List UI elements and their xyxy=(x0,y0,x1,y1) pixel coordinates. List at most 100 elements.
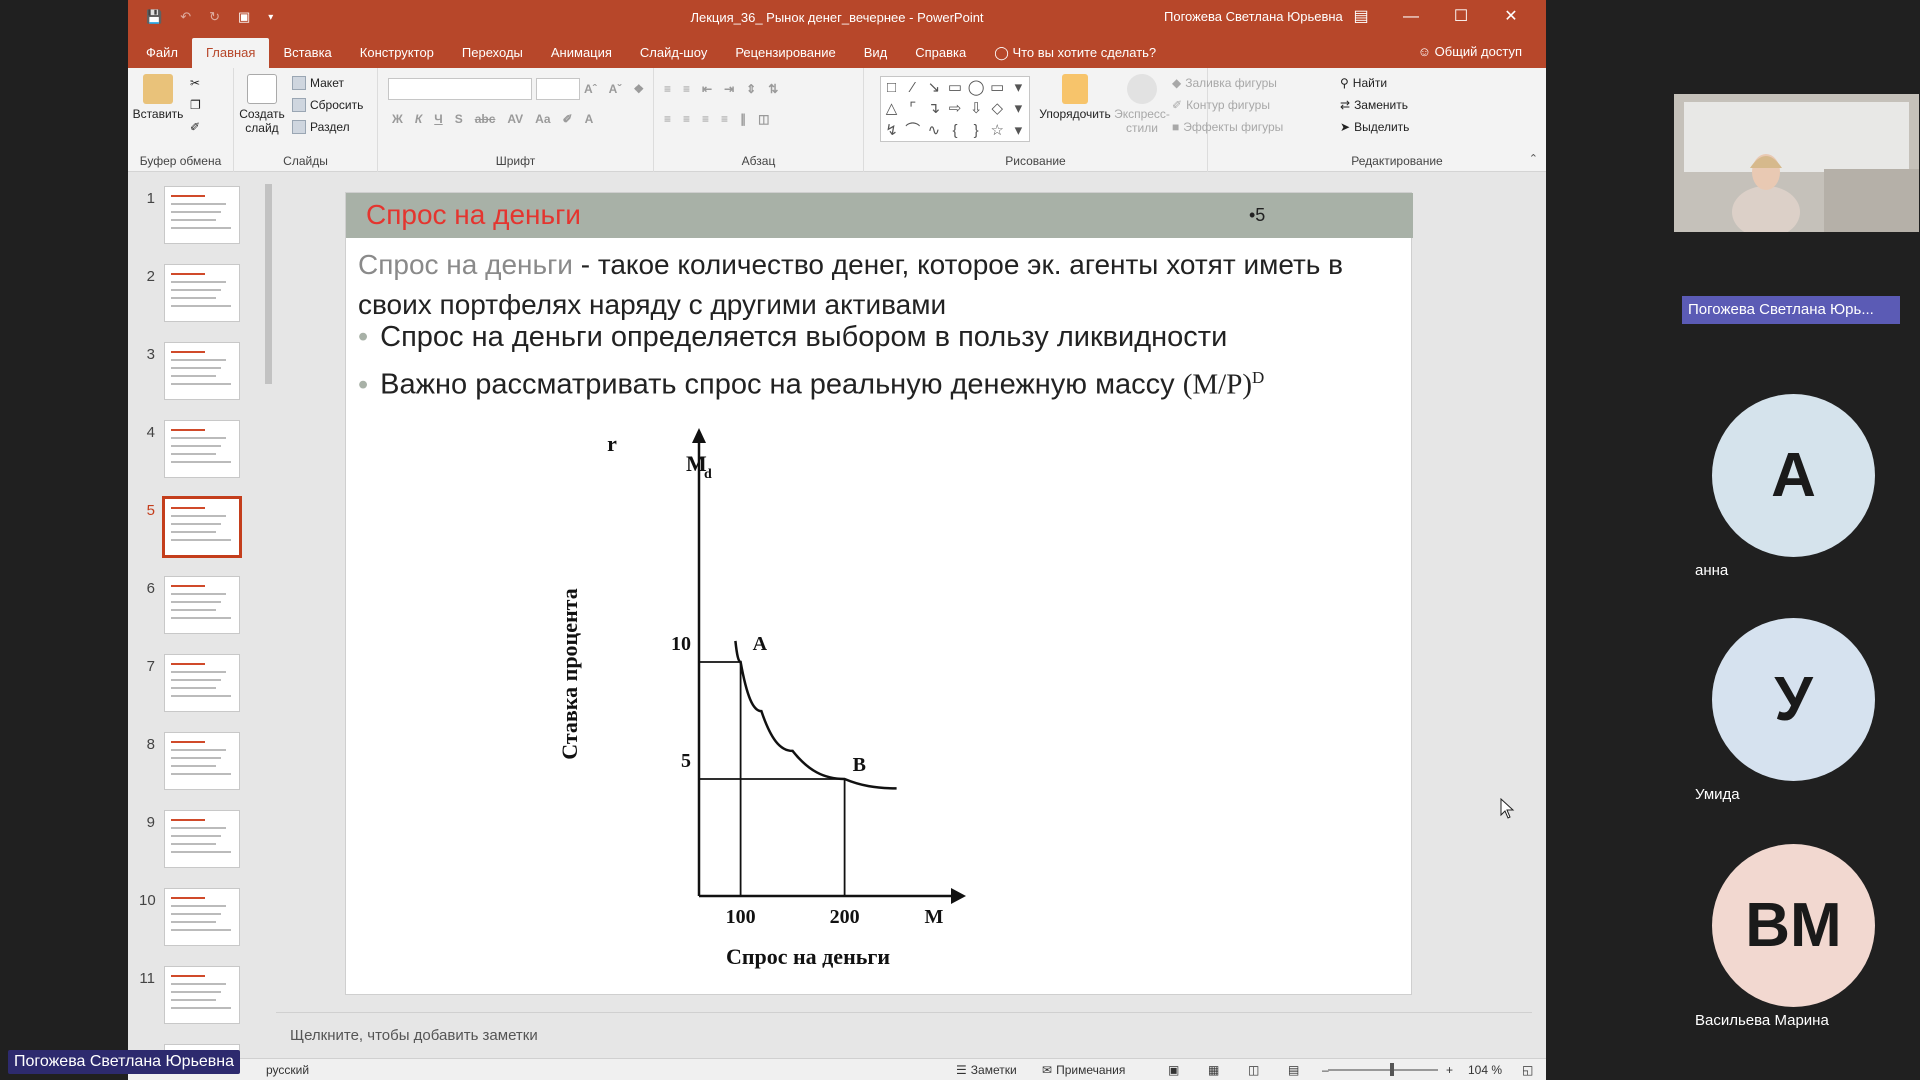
redo-icon[interactable]: ↻ xyxy=(209,9,220,25)
normal-view-icon[interactable]: ▣ xyxy=(1168,1063,1179,1077)
save-icon[interactable]: 💾 xyxy=(146,9,162,25)
underline-icon[interactable]: Ч xyxy=(434,112,442,126)
shape-outline-button[interactable]: ✐ Контур фигуры xyxy=(1172,98,1270,112)
tab-design[interactable]: Конструктор xyxy=(346,38,448,68)
shape-fill-button[interactable]: ◆ Заливка фигуры xyxy=(1172,76,1277,90)
slide-thumbnail[interactable]: 6 xyxy=(128,576,276,640)
tab-insert[interactable]: Вставка xyxy=(269,38,345,68)
ribbon-display-icon[interactable]: ▤ xyxy=(1336,0,1386,34)
strikethrough-icon[interactable]: abc xyxy=(475,112,496,126)
slideshow-view-icon[interactable]: ▤ xyxy=(1288,1063,1299,1077)
maximize-button[interactable]: ☐ xyxy=(1436,0,1486,34)
undo-icon[interactable]: ↶ xyxy=(180,9,191,25)
tab-slideshow[interactable]: Слайд-шоу xyxy=(626,38,721,68)
slide-thumbnail[interactable]: 2 xyxy=(128,264,276,328)
bold-icon[interactable]: Ж xyxy=(392,112,403,126)
zoom-level[interactable]: 104 % xyxy=(1468,1063,1502,1077)
find-button[interactable]: ⚲ Найти xyxy=(1340,76,1387,90)
slide-thumbnail[interactable]: 1 xyxy=(128,186,276,250)
highlight-icon[interactable]: ✐ xyxy=(563,112,573,126)
bullets-icon[interactable]: ≡ xyxy=(664,82,671,96)
slide-thumbnail[interactable]: 3 xyxy=(128,342,276,406)
slide-thumbnail[interactable]: 8 xyxy=(128,732,276,796)
shrink-font-icon[interactable]: Aˇ xyxy=(609,82,622,96)
new-slide-button[interactable]: Создать слайд xyxy=(238,74,286,135)
slide-sorter-icon[interactable]: ▦ xyxy=(1208,1063,1219,1077)
cut-icon[interactable]: ✂ xyxy=(190,76,200,90)
slide-scrollbar[interactable] xyxy=(1532,172,1546,1060)
reset-button[interactable]: Сбросить xyxy=(292,98,363,112)
slide-thumbnail[interactable]: 11 xyxy=(128,966,276,1030)
align-left-icon[interactable]: ≡ xyxy=(664,112,671,126)
align-center-icon[interactable]: ≡ xyxy=(683,112,690,126)
align-right-icon[interactable]: ≡ xyxy=(702,112,709,126)
participant-avatar[interactable]: ВМ xyxy=(1712,844,1875,1007)
collapse-ribbon-icon[interactable]: ⌃ xyxy=(1529,152,1538,165)
thumbnail-line xyxy=(171,983,226,985)
case-icon[interactable]: Aa xyxy=(535,112,550,126)
reading-view-icon[interactable]: ◫ xyxy=(1248,1063,1259,1077)
text-direction-icon[interactable]: ⇅ xyxy=(768,82,778,96)
tell-me-search[interactable]: ◯ Что вы хотите сделать? xyxy=(980,38,1170,68)
clear-format-icon[interactable]: ❖ xyxy=(633,82,644,96)
line-spacing-icon[interactable]: ⇕ xyxy=(746,82,756,96)
slide-thumbnail[interactable]: 4 xyxy=(128,420,276,484)
format-painter-icon[interactable]: ✐ xyxy=(190,120,200,134)
minimize-button[interactable]: — xyxy=(1386,0,1436,34)
indent-increase-icon[interactable]: ⇥ xyxy=(724,82,734,96)
participant-avatar[interactable]: У xyxy=(1712,618,1875,781)
fit-slide-icon[interactable]: ◱ xyxy=(1522,1063,1533,1077)
customize-qat-icon[interactable]: ▾ xyxy=(268,12,273,23)
smartart-icon[interactable]: ◫ xyxy=(758,112,769,126)
notes-toggle[interactable]: ☰ Заметки xyxy=(956,1063,1017,1077)
slide-thumbnail[interactable]: 7 xyxy=(128,654,276,718)
paragraph-group-label: Абзац xyxy=(741,154,776,168)
present-icon[interactable]: ▣ xyxy=(238,9,250,25)
quick-styles-button[interactable]: Экспресс-стили xyxy=(1114,74,1170,135)
slide-thumbnail[interactable]: 9 xyxy=(128,810,276,874)
slide-thumbnail[interactable]: 5 xyxy=(128,496,276,562)
tab-review[interactable]: Рецензирование xyxy=(721,38,849,68)
shape-effects-button[interactable]: ■ Эффекты фигуры xyxy=(1172,120,1283,134)
quick-styles-icon xyxy=(1127,74,1157,104)
participant-avatar[interactable]: А xyxy=(1712,394,1875,557)
copy-icon[interactable]: ❐ xyxy=(190,98,201,112)
font-color-icon[interactable]: A xyxy=(585,112,594,126)
layout-button[interactable]: Макет xyxy=(292,76,344,90)
thumbnails-scrollbar[interactable] xyxy=(262,172,274,1060)
tab-home[interactable]: Главная xyxy=(191,38,270,68)
numbering-icon[interactable]: ≡ xyxy=(683,82,690,96)
italic-icon[interactable]: К xyxy=(415,112,422,126)
tab-help[interactable]: Справка xyxy=(901,38,980,68)
grow-font-icon[interactable]: Aˆ xyxy=(584,82,597,96)
zoom-slider-knob[interactable] xyxy=(1390,1063,1394,1076)
close-button[interactable]: ✕ xyxy=(1486,0,1536,34)
select-button[interactable]: ➤ Выделить xyxy=(1340,120,1409,134)
scrollbar-thumb[interactable] xyxy=(265,184,272,384)
indent-decrease-icon[interactable]: ⇤ xyxy=(702,82,712,96)
tab-animations[interactable]: Анимация xyxy=(537,38,626,68)
tab-view[interactable]: Вид xyxy=(850,38,902,68)
columns-icon[interactable]: ∥ xyxy=(740,112,746,126)
current-slide[interactable]: Спрос на деньги •5 Спрос на деньги - так… xyxy=(345,192,1413,995)
language-indicator[interactable]: русский xyxy=(266,1063,309,1077)
arrange-button[interactable]: Упорядочить xyxy=(1034,74,1116,121)
zoom-slider[interactable] xyxy=(1328,1069,1438,1071)
share-button[interactable]: ☺ Общий доступ xyxy=(1418,44,1522,59)
tab-transitions[interactable]: Переходы xyxy=(448,38,537,68)
tab-file[interactable]: Файл xyxy=(132,38,192,68)
comments-toggle[interactable]: ✉ Примечания xyxy=(1042,1063,1125,1077)
notes-pane[interactable]: Щелкните, чтобы добавить заметки xyxy=(276,1012,1532,1058)
zoom-in-icon[interactable]: + xyxy=(1446,1063,1453,1077)
justify-icon[interactable]: ≡ xyxy=(721,112,728,126)
account-name[interactable]: Погожева Светлана Юрьевна xyxy=(1164,9,1343,24)
shapes-gallery[interactable]: □ ⁄ ↘ ▭ ◯ ▭ ▾ △ ⌜ ↴ ⇨ ⇩ ◇ ▾ ↯ ⌒ ∿{} ☆ ▾ xyxy=(880,76,1030,142)
spacing-icon[interactable]: AV xyxy=(507,112,523,126)
slide-thumbnail[interactable]: 10 xyxy=(128,888,276,952)
section-button[interactable]: Раздел xyxy=(292,120,350,134)
shadow-icon[interactable]: S xyxy=(455,112,463,126)
replace-button[interactable]: ⇄ Заменить xyxy=(1340,98,1408,112)
paste-button[interactable]: Вставить xyxy=(132,74,184,121)
font-size-field[interactable] xyxy=(536,78,580,100)
font-name-field[interactable] xyxy=(388,78,532,100)
